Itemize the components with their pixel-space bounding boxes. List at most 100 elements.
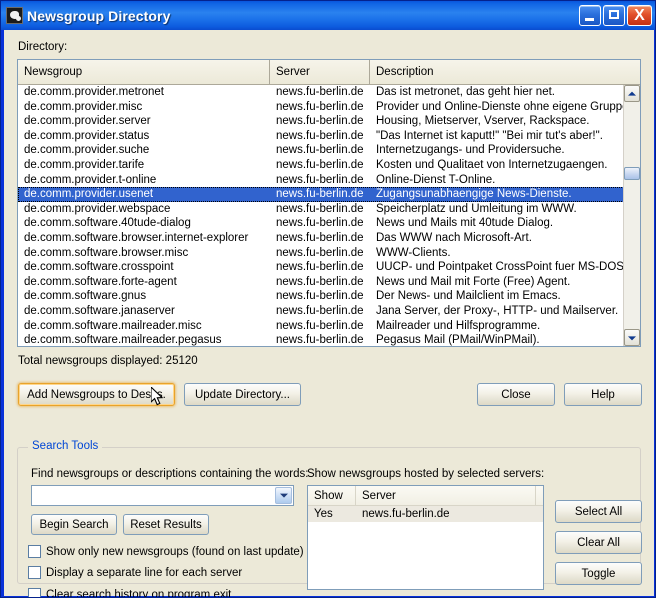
find-words-label: Find newsgroups or descriptions containi… [31, 468, 308, 480]
server-list-body: Yesnews.fu-berlin.de [308, 506, 543, 522]
close-button[interactable]: X [627, 5, 652, 26]
cell-newsgroup: de.comm.software.forte-agent [18, 275, 270, 290]
column-header-server-name[interactable]: Server [356, 486, 536, 505]
newsgroup-directory-window: Newsgroup Directory X Directory: Newsgro… [0, 0, 656, 598]
newsgroup-row[interactable]: de.comm.provider.usenetnews.fu-berlin.de… [18, 187, 640, 202]
servers-label: Show newsgroups hosted by selected serve… [307, 468, 544, 480]
cell-server: news.fu-berlin.de [270, 173, 370, 188]
update-directory-button[interactable]: Update Directory... [184, 383, 301, 406]
newsgroup-row[interactable]: de.comm.software.mailreader.pegasusnews.… [18, 333, 640, 346]
cell-description: Pegasus Mail (PMail/WinPMail). [370, 333, 640, 346]
newsgroup-row[interactable]: de.comm.provider.metronetnews.fu-berlin.… [18, 85, 640, 100]
cell-newsgroup: de.comm.software.browser.misc [18, 246, 270, 261]
cell-description: Mailreader und Hilfsprogramme. [370, 319, 640, 334]
cell-description: Kosten und Qualitaet von Internetzugaeng… [370, 158, 640, 173]
scroll-up-arrow-icon[interactable] [624, 85, 640, 102]
cell-server: news.fu-berlin.de [270, 260, 370, 275]
cell-newsgroup: de.comm.software.40tude-dialog [18, 216, 270, 231]
clear-all-button[interactable]: Clear All [555, 531, 642, 554]
toggle-button[interactable]: Toggle [555, 562, 642, 585]
scroll-down-arrow-icon[interactable] [624, 329, 640, 346]
cell-server: news.fu-berlin.de [270, 216, 370, 231]
cell-newsgroup: de.comm.provider.webspace [18, 202, 270, 217]
newsgroup-list-scrollbar[interactable] [623, 85, 640, 346]
cell-newsgroup: de.comm.software.mailreader.pegasus [18, 333, 270, 346]
newsgroup-row[interactable]: de.comm.provider.tarifenews.fu-berlin.de… [18, 158, 640, 173]
cell-description: UUCP- und Pointpaket CrossPoint fuer MS-… [370, 260, 640, 275]
directory-label: Directory: [18, 41, 67, 53]
cell-newsgroup: de.comm.provider.tarife [18, 158, 270, 173]
begin-search-button[interactable]: Begin Search [31, 514, 117, 535]
newsgroup-row[interactable]: de.comm.software.forte-agentnews.fu-berl… [18, 275, 640, 290]
cell-description: Zugangsunabhaengige News-Dienste. [370, 187, 640, 202]
cell-server: news.fu-berlin.de [270, 85, 370, 100]
cell-description: Der News- und Mailclient im Emacs. [370, 289, 640, 304]
checkbox-box-icon[interactable] [28, 588, 41, 598]
newsgroup-row[interactable]: de.comm.provider.servernews.fu-berlin.de… [18, 114, 640, 129]
cell-newsgroup: de.comm.provider.metronet [18, 85, 270, 100]
checkbox-box-icon[interactable] [28, 545, 41, 558]
cell-newsgroup: de.comm.provider.t-online [18, 173, 270, 188]
cell-description: News und Mail mit Forte (Free) Agent. [370, 275, 640, 290]
cell-description: Jana Server, der Proxy-, HTTP- und Mails… [370, 304, 640, 319]
newsgroup-row[interactable]: de.comm.software.40tude-dialognews.fu-be… [18, 216, 640, 231]
cell-description: Online-Dienst T-Online. [370, 173, 640, 188]
cell-newsgroup: de.comm.software.gnus [18, 289, 270, 304]
cell-server: news.fu-berlin.de [270, 100, 370, 115]
checkbox-separate-line-per-server[interactable]: Display a separate line for each server [28, 566, 242, 579]
cell-description: Das WWW nach Microsoft-Art. [370, 231, 640, 246]
newsgroup-row[interactable]: de.comm.provider.t-onlinenews.fu-berlin.… [18, 173, 640, 188]
checkbox-label: Display a separate line for each server [46, 567, 242, 579]
cell-server: news.fu-berlin.de [270, 289, 370, 304]
newsgroup-list[interactable]: Newsgroup Server Description de.comm.pro… [17, 59, 641, 347]
select-all-button[interactable]: Select All [555, 500, 642, 523]
newsgroup-row[interactable]: de.comm.software.browser.miscnews.fu-ber… [18, 246, 640, 261]
cell-server: news.fu-berlin.de [270, 231, 370, 246]
newsgroup-list-body: de.comm.provider.metronetnews.fu-berlin.… [18, 85, 640, 346]
newsgroup-row[interactable]: de.comm.software.janaservernews.fu-berli… [18, 304, 640, 319]
maximize-button[interactable] [603, 5, 625, 26]
server-list-header: Show Server [308, 486, 543, 506]
column-header-description[interactable]: Description [370, 60, 640, 84]
dialog-client-area: Directory: Newsgroup Server Description … [4, 30, 654, 596]
window-title: Newsgroup Directory [27, 8, 171, 24]
minimize-button[interactable] [579, 5, 601, 26]
search-words-combobox[interactable] [31, 485, 294, 506]
cell-newsgroup: de.comm.provider.status [18, 129, 270, 144]
column-header-server[interactable]: Server [270, 60, 370, 84]
checkbox-clear-search-history[interactable]: Clear search history on program exit [28, 588, 231, 598]
cell-server: news.fu-berlin.de [270, 187, 370, 202]
cell-description: Internetzugangs- und Providersuche. [370, 143, 640, 158]
newsgroup-row[interactable]: de.comm.provider.suchenews.fu-berlin.deI… [18, 143, 640, 158]
checkbox-show-only-new[interactable]: Show only new newsgroups (found on last … [28, 545, 304, 558]
newsgroup-row[interactable]: de.comm.software.browser.internet-explor… [18, 231, 640, 246]
newsgroup-app-icon [6, 7, 23, 24]
column-header-show[interactable]: Show [308, 486, 356, 505]
newsgroup-row[interactable]: de.comm.provider.miscnews.fu-berlin.dePr… [18, 100, 640, 115]
reset-results-button[interactable]: Reset Results [123, 514, 209, 535]
newsgroup-row[interactable]: de.comm.provider.webspacenews.fu-berlin.… [18, 202, 640, 217]
checkbox-box-icon[interactable] [28, 566, 41, 579]
newsgroup-row[interactable]: de.comm.software.gnusnews.fu-berlin.deDe… [18, 289, 640, 304]
cell-description: Provider und Online-Dienste ohne eigene … [370, 100, 640, 115]
add-newsgroups-button[interactable]: Add Newsgroups to Desks. [18, 383, 175, 406]
chevron-down-icon[interactable] [275, 487, 292, 504]
cell-newsgroup: de.comm.provider.usenet [18, 187, 270, 202]
cell-server: news.fu-berlin.de [270, 304, 370, 319]
newsgroup-row[interactable]: de.comm.provider.statusnews.fu-berlin.de… [18, 129, 640, 144]
cell-server: news.fu-berlin.de [270, 114, 370, 129]
scrollbar-thumb[interactable] [624, 167, 640, 180]
column-header-newsgroup[interactable]: Newsgroup [18, 60, 270, 84]
cell-newsgroup: de.comm.software.crosspoint [18, 260, 270, 275]
cell-newsgroup: de.comm.provider.misc [18, 100, 270, 115]
cell-description: Housing, Mietserver, Vserver, Rackspace. [370, 114, 640, 129]
cell-server: news.fu-berlin.de [270, 202, 370, 217]
server-row[interactable]: Yesnews.fu-berlin.de [308, 506, 543, 522]
cell-description: Speicherplatz und Umleitung im WWW. [370, 202, 640, 217]
close-dialog-button[interactable]: Close [477, 383, 555, 406]
server-list[interactable]: Show Server Yesnews.fu-berlin.de [307, 485, 544, 590]
newsgroup-row[interactable]: de.comm.software.mailreader.miscnews.fu-… [18, 319, 640, 334]
newsgroup-row[interactable]: de.comm.software.crosspointnews.fu-berli… [18, 260, 640, 275]
cell-description: "Das Internet ist kaputt!" "Bei mir tut'… [370, 129, 640, 144]
help-button[interactable]: Help [564, 383, 642, 406]
